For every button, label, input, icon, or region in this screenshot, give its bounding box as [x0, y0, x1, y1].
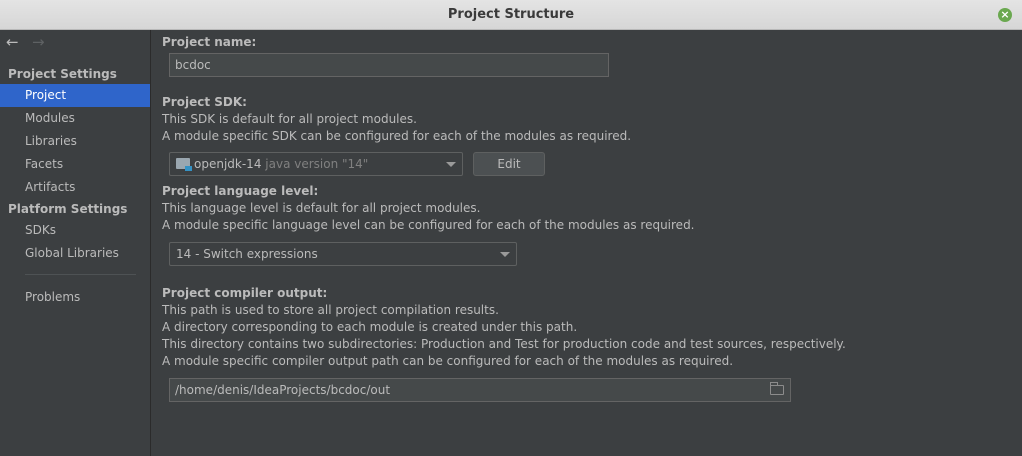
section-platform-settings: Platform Settings [8, 202, 128, 216]
sidebar-divider [25, 274, 136, 275]
project-sdk-label: Project SDK: [162, 95, 247, 109]
sdk-name: openjdk-14 [194, 157, 262, 171]
edit-sdk-button[interactable]: Edit [473, 152, 545, 176]
chevron-down-icon [446, 162, 456, 167]
sdk-select[interactable]: openjdk-14 java version "14" [169, 152, 463, 176]
project-name-input[interactable]: bcdoc [169, 53, 609, 77]
compiler-description-3: This directory contains two subdirectori… [162, 337, 846, 351]
language-description-2: A module specific language level can be … [162, 218, 695, 232]
back-arrow-icon[interactable]: ← [6, 33, 19, 51]
compiler-description-4: A module specific compiler output path c… [162, 354, 734, 368]
sidebar-item-facets[interactable]: Facets [0, 153, 150, 176]
sdk-description-1: This SDK is default for all project modu… [162, 112, 417, 126]
sidebar-item-modules[interactable]: Modules [0, 107, 150, 130]
sidebar-item-sdks[interactable]: SDKs [0, 219, 150, 242]
title-bar: Project Structure × [0, 0, 1022, 30]
chevron-down-icon [500, 252, 510, 257]
compiler-output-label: Project compiler output: [162, 286, 328, 300]
compiler-output-path-input[interactable]: /home/denis/IdeaProjects/bcdoc/out [169, 378, 791, 402]
sidebar-item-artifacts[interactable]: Artifacts [0, 176, 150, 199]
language-level-label: Project language level: [162, 184, 319, 198]
project-name-label: Project name: [162, 35, 257, 49]
compiler-description-2: A directory corresponding to each module… [162, 320, 578, 334]
sidebar-item-project[interactable]: Project [0, 84, 150, 107]
folder-browse-icon[interactable] [770, 382, 784, 395]
language-level-select[interactable]: 14 - Switch expressions [169, 242, 517, 266]
language-level-value: 14 - Switch expressions [176, 247, 318, 261]
project-settings-panel: Project name: bcdoc Project SDK: This SD… [152, 30, 1022, 456]
sidebar-item-libraries[interactable]: Libraries [0, 130, 150, 153]
language-description-1: This language level is default for all p… [162, 201, 481, 215]
close-icon[interactable]: × [998, 8, 1012, 22]
sidebar-item-global-libraries[interactable]: Global Libraries [0, 242, 150, 265]
nav-row: ← → [0, 30, 150, 56]
sidebar-item-problems[interactable]: Problems [0, 286, 150, 309]
forward-arrow-icon[interactable]: → [32, 33, 45, 51]
sidebar: ← → Project Settings Project Modules Lib… [0, 30, 151, 456]
section-project-settings: Project Settings [8, 67, 117, 81]
sdk-folder-icon [176, 158, 192, 171]
sdk-version: java version "14" [265, 157, 369, 171]
window-title: Project Structure [447, 7, 575, 22]
sdk-description-2: A module specific SDK can be configured … [162, 129, 632, 143]
compiler-output-path: /home/denis/IdeaProjects/bcdoc/out [175, 383, 391, 397]
compiler-description-1: This path is used to store all project c… [162, 303, 499, 317]
